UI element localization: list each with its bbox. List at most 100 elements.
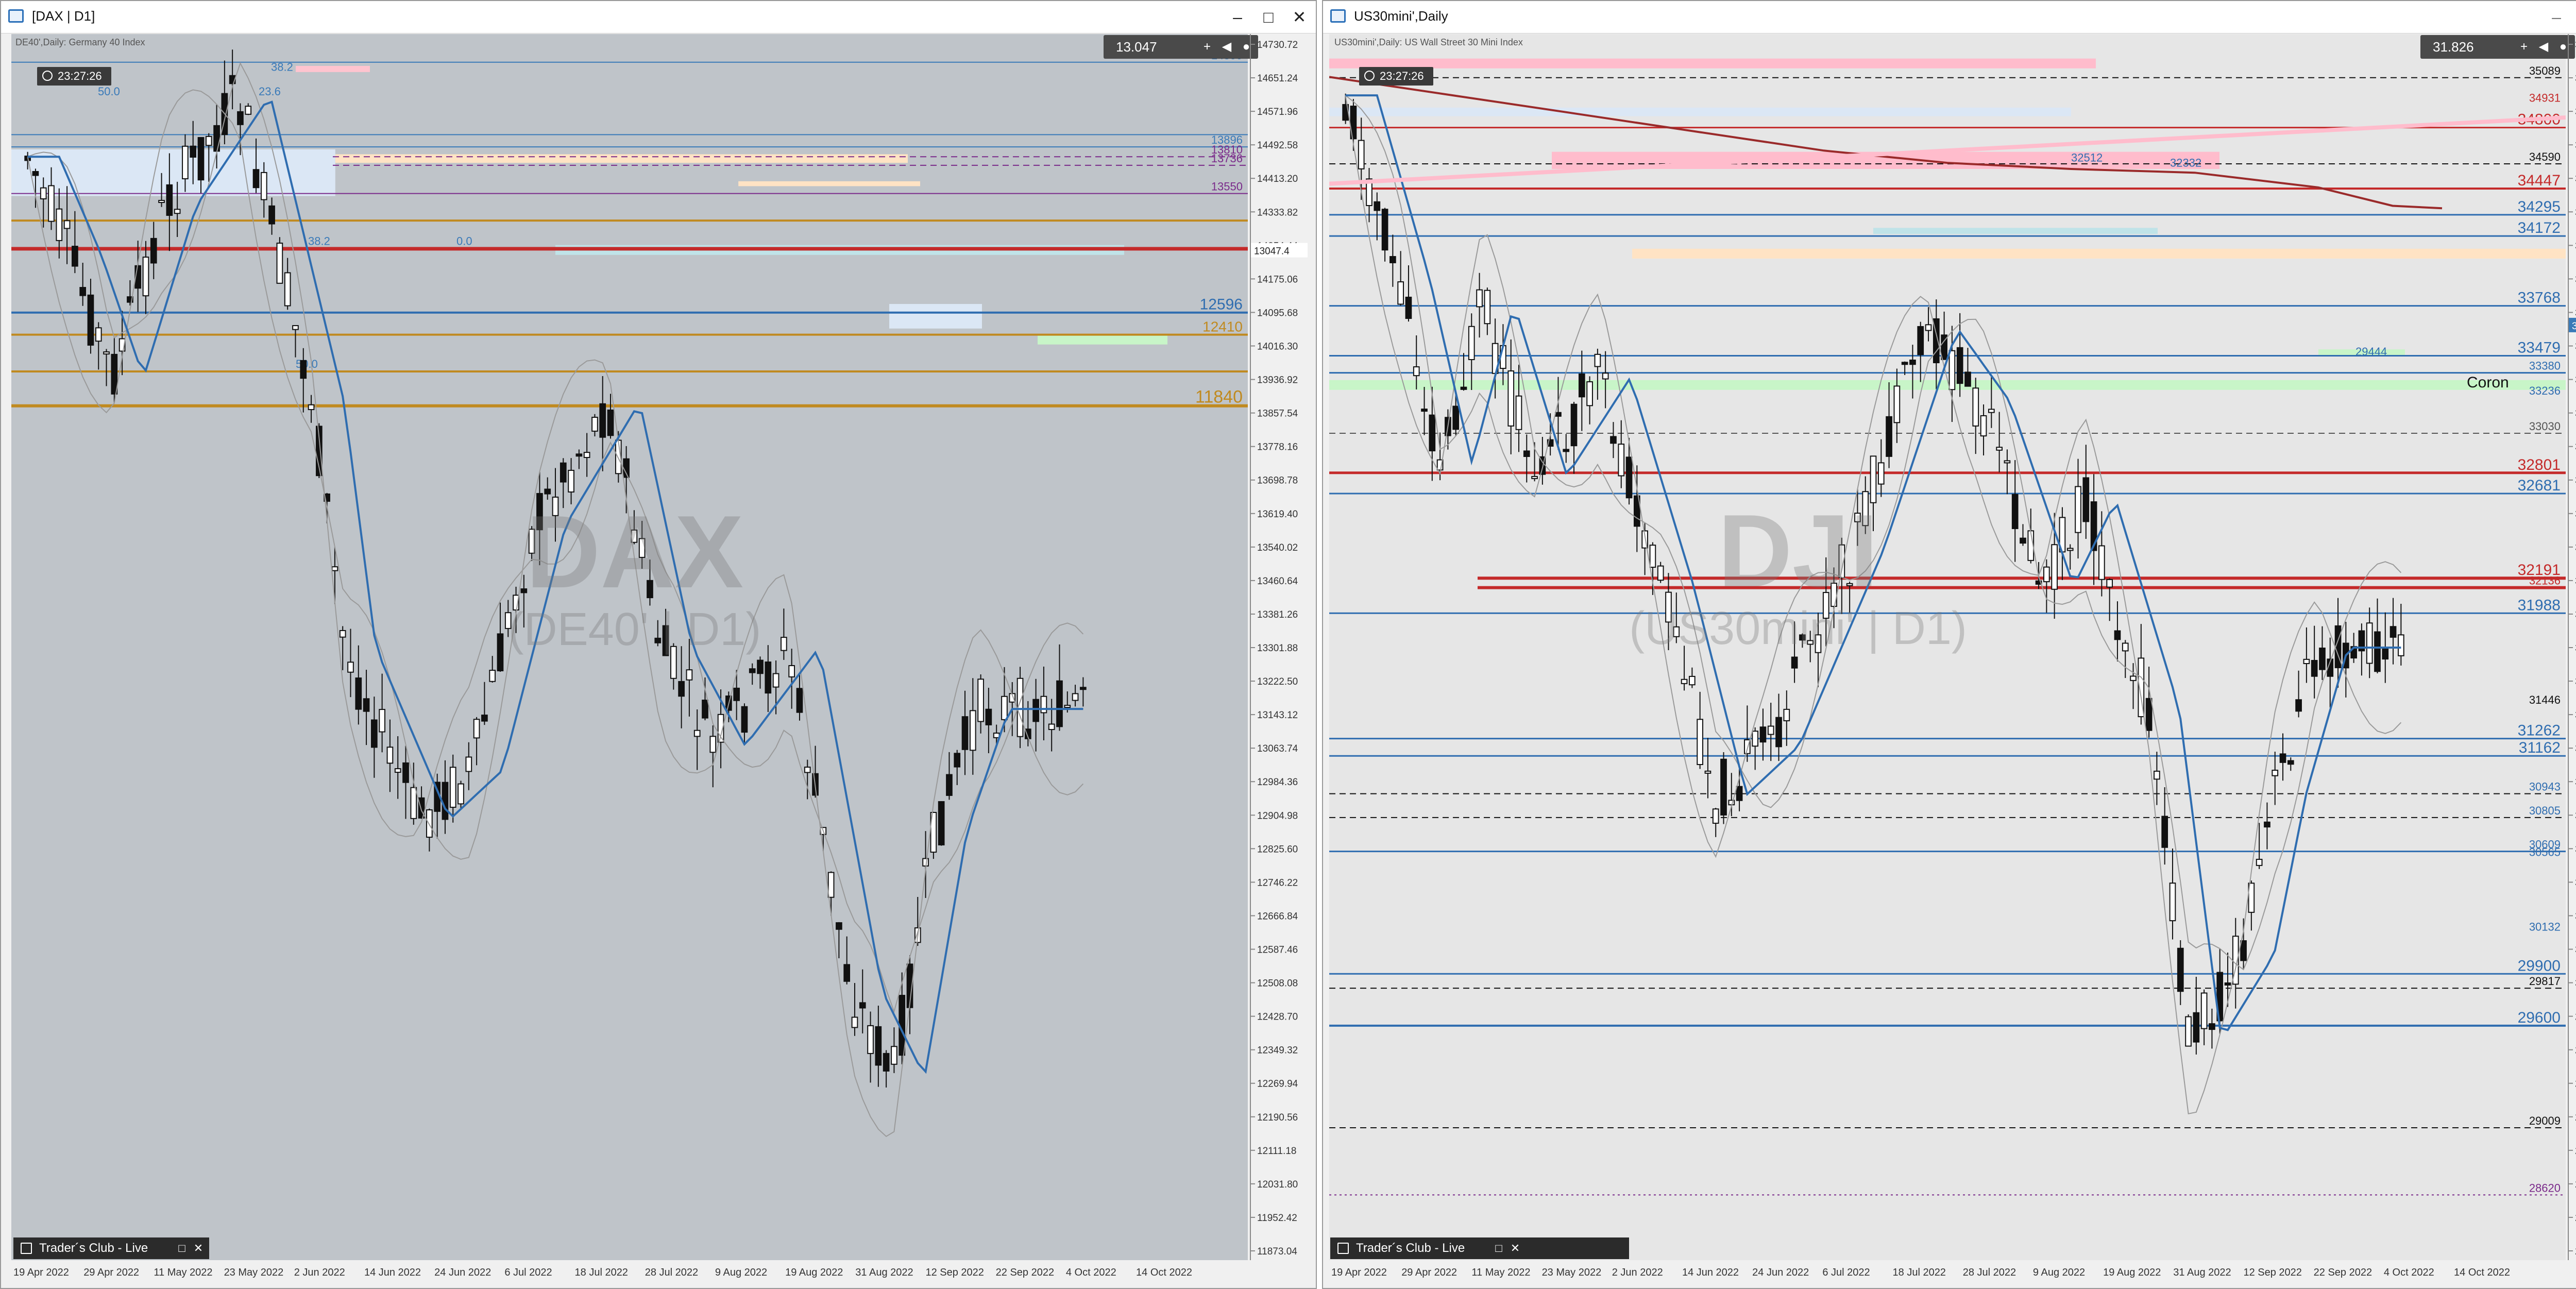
candle-body bbox=[536, 493, 543, 531]
window-titlebar[interactable]: US30mini',Daily – □ ✕ bbox=[1323, 1, 2576, 33]
candle-body bbox=[1996, 447, 2003, 451]
date-tick-label: 19 Aug 2022 bbox=[785, 1267, 843, 1278]
axis-tick-label: 12666.84 bbox=[1257, 911, 1298, 922]
close-icon[interactable]: ✕ bbox=[1509, 1242, 1522, 1255]
candle-body bbox=[237, 111, 244, 125]
clock-icon bbox=[1364, 71, 1375, 81]
date-tick-label: 4 Oct 2022 bbox=[2384, 1267, 2434, 1278]
axis-tick-label: 14571.96 bbox=[1257, 107, 1298, 117]
candle-body bbox=[292, 325, 299, 330]
restore-icon[interactable]: □ bbox=[1492, 1242, 1505, 1255]
candle-body bbox=[883, 1053, 890, 1072]
level-label: 32136 bbox=[2529, 574, 2561, 587]
level-label: 12410 bbox=[1202, 319, 1243, 335]
candle-body bbox=[1570, 403, 1578, 447]
candlestick-chart[interactable]: 3508934931348003459034447342953417233768… bbox=[1329, 34, 2566, 1261]
add-icon[interactable]: + bbox=[1198, 38, 1216, 56]
candle-body bbox=[788, 665, 795, 677]
candle-body bbox=[749, 668, 756, 673]
candle-body bbox=[371, 719, 378, 748]
axis-tick-label: 12111.18 bbox=[1257, 1146, 1296, 1157]
axis-tick-label: 12269.94 bbox=[1257, 1079, 1298, 1090]
candle-body bbox=[347, 662, 354, 673]
restore-icon[interactable]: □ bbox=[175, 1242, 189, 1255]
axis-tick-label: 14175.06 bbox=[1257, 274, 1298, 285]
candle-body bbox=[1001, 696, 1008, 720]
candle-body bbox=[520, 588, 528, 593]
window-titlebar[interactable]: [DAX | D1] – □ ✕ bbox=[1, 1, 1316, 33]
candle-body bbox=[591, 416, 598, 432]
candle-body bbox=[1056, 680, 1063, 727]
candle-body bbox=[1429, 414, 1436, 452]
price-plot-area[interactable]: 3508934931348003459034447342953417233768… bbox=[1329, 34, 2566, 1264]
candle-body bbox=[1040, 696, 1047, 714]
candle-body bbox=[355, 677, 362, 710]
price-zone bbox=[738, 181, 920, 186]
axis-tick-label: 13619.40 bbox=[1257, 509, 1298, 520]
axis-tick-label: 12190.56 bbox=[1257, 1112, 1298, 1123]
plot-background bbox=[11, 34, 1248, 1261]
candle-body bbox=[2224, 982, 2231, 986]
candle-body bbox=[1421, 409, 1428, 412]
candle-body bbox=[473, 719, 480, 739]
level-label: 29817 bbox=[2529, 975, 2561, 988]
close-icon[interactable]: ✕ bbox=[192, 1242, 205, 1255]
candle-body bbox=[402, 762, 409, 783]
candle-body bbox=[442, 782, 449, 820]
candle-body bbox=[985, 708, 992, 725]
candle-body bbox=[158, 200, 165, 203]
date-tick-label: 14 Oct 2022 bbox=[1136, 1267, 1192, 1278]
axis-tick-label: 12904.98 bbox=[1257, 810, 1298, 821]
close-button[interactable]: ✕ bbox=[1285, 4, 1314, 30]
level-label: 31262 bbox=[2518, 722, 2561, 739]
candle-body bbox=[638, 538, 646, 558]
quick-ticker-panel[interactable]: 13.047 + ◀ ● bbox=[1104, 35, 1258, 59]
minimize-button[interactable]: – bbox=[2542, 4, 2571, 30]
candle-body bbox=[2272, 770, 2279, 776]
candle-body bbox=[733, 687, 740, 701]
candle-body bbox=[1032, 699, 1039, 722]
maximize-button[interactable]: □ bbox=[1254, 4, 1283, 30]
candle-body bbox=[1775, 717, 1782, 748]
candle-body bbox=[1901, 362, 1908, 365]
axis-tick-label: 14651.24 bbox=[1257, 73, 1298, 84]
add-icon[interactable]: + bbox=[2515, 38, 2533, 56]
arrow-left-icon[interactable]: ◀ bbox=[2535, 38, 2552, 56]
candle-body bbox=[284, 272, 291, 307]
candle-body bbox=[1893, 385, 1901, 423]
quick-ticker-panel[interactable]: 31.826 + ◀ ● bbox=[2420, 35, 2575, 59]
price-plot-area[interactable]: 1459913896138101373613550125961241011840… bbox=[11, 34, 1248, 1264]
chart-window-icon bbox=[1330, 9, 1346, 23]
candle-body bbox=[804, 767, 811, 773]
candle-body bbox=[1925, 324, 1932, 331]
date-tick-label: 19 Aug 2022 bbox=[2103, 1267, 2161, 1278]
maximize-button[interactable]: □ bbox=[2573, 4, 2576, 30]
candle-body bbox=[2374, 631, 2381, 672]
date-tick-label: 6 Jul 2022 bbox=[504, 1267, 552, 1278]
zone-label: 0.0 bbox=[456, 235, 472, 248]
live-panel-bar[interactable]: Trader´s Club - Live □ ✕ bbox=[13, 1237, 209, 1259]
candle-body bbox=[2209, 1023, 2215, 1030]
axis-tick-label: 11873.04 bbox=[1257, 1246, 1297, 1257]
minimize-button[interactable]: – bbox=[1223, 4, 1252, 30]
axis-tick-label: 13460.64 bbox=[1257, 576, 1298, 587]
axis-tick-label: 13698.78 bbox=[1257, 476, 1298, 486]
candle-body bbox=[1870, 455, 1877, 503]
candle-body bbox=[2154, 770, 2160, 780]
dax-chart-window[interactable]: [DAX | D1] – □ ✕ 14599138961381013736135… bbox=[0, 0, 1317, 1289]
candle-body bbox=[702, 700, 708, 719]
candle-body bbox=[1476, 289, 1483, 308]
axis-tick-label: 13143.12 bbox=[1257, 710, 1298, 721]
level-label: 34447 bbox=[2518, 172, 2561, 189]
candle-body bbox=[190, 145, 197, 158]
dji-chart-window[interactable]: US30mini',Daily – □ ✕ 350893493134800345… bbox=[1322, 0, 2576, 1289]
candle-body bbox=[575, 453, 583, 457]
candle-body bbox=[410, 787, 417, 819]
candle-body bbox=[103, 351, 110, 355]
candlestick-chart[interactable]: 1459913896138101373613550125961241011840… bbox=[11, 34, 1248, 1261]
candle-body bbox=[95, 327, 102, 342]
candle-body bbox=[308, 404, 315, 411]
live-panel-bar[interactable]: Trader´s Club - Live □ ✕ bbox=[1330, 1237, 1629, 1259]
candle-body bbox=[174, 209, 181, 214]
arrow-left-icon[interactable]: ◀ bbox=[1218, 38, 1235, 56]
